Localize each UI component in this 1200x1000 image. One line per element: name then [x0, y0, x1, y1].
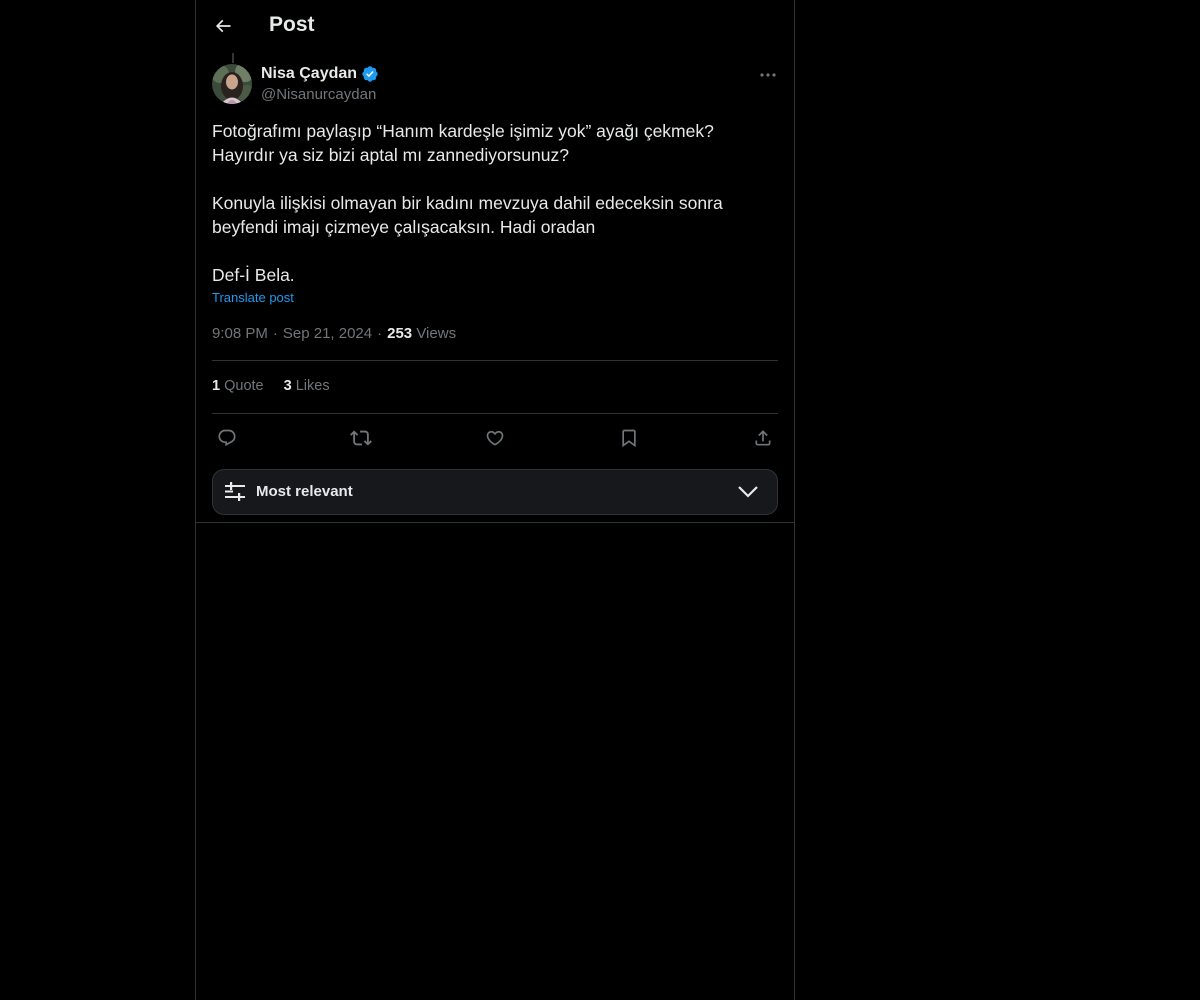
- reply-button[interactable]: [212, 424, 242, 452]
- sort-label: Most relevant: [256, 483, 353, 500]
- views-label: Views: [416, 325, 457, 342]
- sort-replies-dropdown[interactable]: Most relevant: [212, 469, 778, 515]
- author-name[interactable]: Nisa Çaydan: [261, 65, 379, 83]
- post-time[interactable]: 9:08 PM: [212, 325, 268, 342]
- more-horizontal-icon: [760, 73, 776, 77]
- post-meta: 9:08 PM · Sep 21, 2024 · 253 Views: [212, 325, 456, 342]
- post-text: Fotoğrafımı paylaşıp “Hanım kardeşle işi…: [212, 119, 778, 287]
- author-name-label: Nisa Çaydan: [261, 65, 358, 82]
- chevron-down-icon: [738, 486, 758, 498]
- translate-post-link[interactable]: Translate post: [212, 290, 294, 305]
- post-date[interactable]: Sep 21, 2024: [283, 325, 372, 342]
- quotes-stat[interactable]: 1 Quote: [212, 378, 264, 394]
- meta-separator: ·: [272, 325, 278, 342]
- views-count: 253: [387, 325, 413, 342]
- meta-separator: ·: [377, 325, 383, 342]
- section-divider: [196, 522, 794, 523]
- divider: [212, 360, 778, 361]
- likes-stat[interactable]: 3 Likes: [284, 378, 330, 394]
- back-button[interactable]: [206, 9, 240, 43]
- post-line: Konuyla ilişkisi olmayan bir kadını mevz…: [212, 193, 723, 213]
- post-line: Fotoğrafımı paylaşıp “Hanım kardeşle işi…: [212, 121, 714, 141]
- divider: [212, 413, 778, 414]
- share-button[interactable]: [748, 424, 778, 452]
- post-paragraph: Def-İ Bela.: [212, 263, 778, 287]
- post-paragraph: Konuyla ilişkisi olmayan bir kadını mevz…: [212, 191, 778, 239]
- author-handle[interactable]: @Nisanurcaydan: [261, 86, 376, 103]
- likes-label: Likes: [295, 378, 330, 394]
- quotes-count: 1: [212, 378, 221, 394]
- repost-icon: [350, 430, 372, 446]
- like-icon: [486, 430, 504, 446]
- post-column: Post Nisa Çaydan @Nisanurcaydan Fotoğraf…: [195, 0, 795, 1000]
- bookmark-button[interactable]: [614, 424, 644, 452]
- post-paragraph: Fotoğrafımı paylaşıp “Hanım kardeşle işi…: [212, 119, 778, 167]
- action-bar: [212, 424, 778, 452]
- more-options-button[interactable]: [754, 63, 782, 87]
- post-line: Hayırdır ya siz bizi aptal mı zannediyor…: [212, 145, 569, 165]
- post-line: Def-İ Bela.: [212, 265, 295, 285]
- header: Post: [196, 0, 794, 53]
- repost-button[interactable]: [346, 424, 376, 452]
- arrow-left-icon: [215, 19, 231, 33]
- bookmark-icon: [622, 429, 636, 448]
- thread-line: [232, 53, 234, 63]
- reply-icon: [218, 429, 236, 447]
- page-title: Post: [269, 13, 315, 36]
- avatar[interactable]: [212, 64, 252, 104]
- like-button[interactable]: [480, 424, 510, 452]
- post-line: beyfendi imajı çizmeye çalışacaksın. Had…: [212, 217, 596, 237]
- quotes-label: Quote: [224, 378, 264, 394]
- verified-badge-icon: [362, 66, 378, 82]
- engagement-stats: 1 Quote 3 Likes: [212, 378, 330, 394]
- share-icon: [755, 430, 771, 446]
- sliders-icon: [225, 482, 245, 501]
- likes-count: 3: [283, 378, 292, 394]
